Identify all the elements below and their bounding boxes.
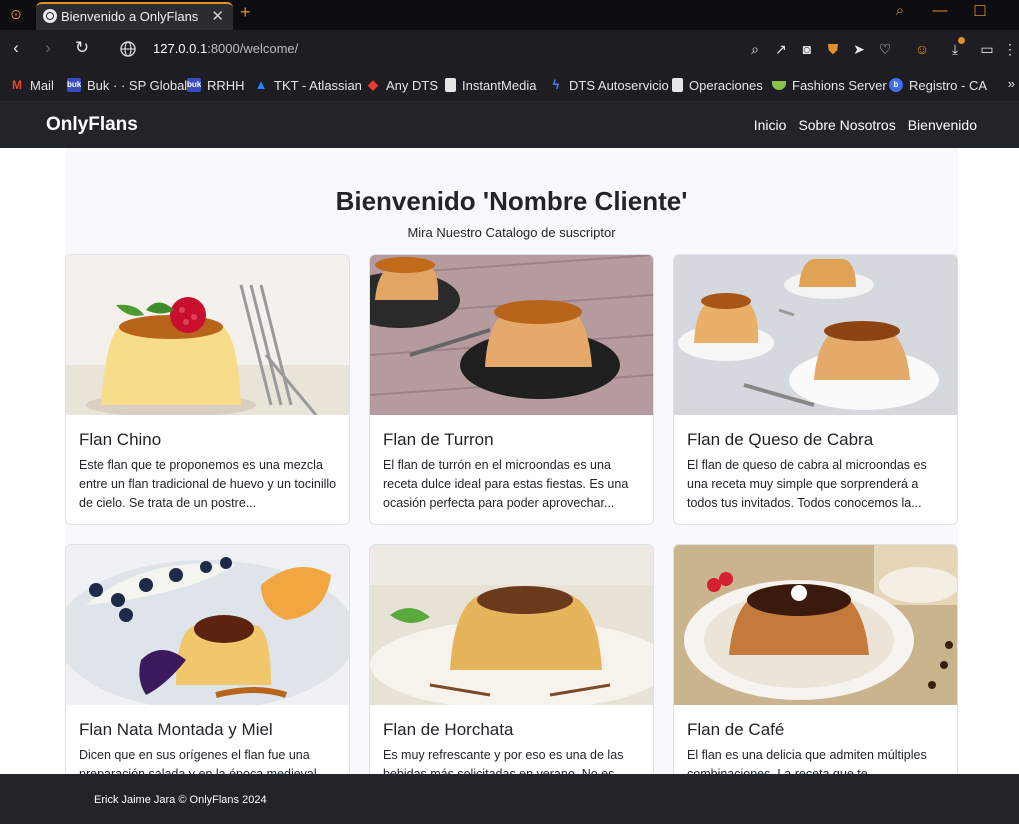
flan-cafe-image [674,545,957,705]
card-title: Flan de Café [687,720,785,739]
site-footer: Erick Jaime Jara © OnlyFlans 2024 [0,774,1019,824]
url-field[interactable]: 127.0.0.1:8000/welcome/ [153,41,298,56]
card-text: El flan es una delicia que admiten múlti… [687,748,927,774]
browser-tab[interactable]: Bienvenido a OnlyFlans ✕ [36,2,233,30]
menu-icon[interactable]: ⋮ [1000,39,1019,59]
address-bar: ‹ › ↻ 127.0.0.1:8000/welcome/ ⌕ ↗ ◙ ⛊ ➤ … [0,30,1019,68]
bookmark-buk-sp-global[interactable]: buk Buk · · SP Global [67,76,187,94]
site-info-icon[interactable] [119,40,137,58]
page-subtitle: Mira Nuestro Catalogo de suscriptor [407,225,616,240]
tab-close-icon[interactable]: ✕ [211,7,224,25]
bookmark-fashions-server[interactable]: Fashions Server [772,76,887,94]
flan-nata-miel-image [66,545,349,705]
footer-text: Erick Jaime Jara © OnlyFlans 2024 [94,794,267,806]
zoom-icon[interactable]: ⌕ [745,39,765,59]
card-text: Dicen que en sus orígenes el flan fue un… [79,748,317,774]
main-container: Bienvenido 'Nombre Cliente' Mira Nuestro… [65,148,958,774]
new-tab-button[interactable]: + [240,2,251,23]
bookmark-label: Mail [30,77,54,93]
bookmark-label: RRHH [207,77,245,93]
download-badge [958,37,965,44]
nav-link-sobre-nosotros[interactable]: Sobre Nosotros [798,117,895,133]
maximize-icon[interactable]: ☐ [969,2,991,20]
share-icon[interactable]: ↗ [771,39,791,59]
back-icon[interactable]: ‹ [6,38,26,58]
bookmark-label: InstantMedia [462,77,537,93]
bolt-icon: ϟ [552,77,560,92]
flan-queso-cabra-image [674,255,957,415]
url-host: 127.0.0.1 [153,41,208,56]
brand-logo[interactable]: OnlyFlans [46,114,138,136]
card-title: Flan de Queso de Cabra [687,430,874,449]
page-body: Bienvenido 'Nombre Cliente' Mira Nuestro… [0,148,1019,774]
card-title: Flan Nata Montada y Miel [79,720,273,739]
reload-icon[interactable]: ↻ [72,38,92,58]
product-card[interactable]: Flan Chino Este flan que te proponemos e… [65,254,350,525]
product-card[interactable]: Flan de Horchata Es muy refrescante y po… [369,544,654,774]
card-title: Flan de Turron [383,430,494,449]
document-icon [672,78,683,92]
bookmark-instantmedia[interactable]: InstantMedia [445,76,536,94]
bookmark-rrhh[interactable]: buk RRHH [187,76,245,94]
bookmark-operaciones[interactable]: Operaciones [672,76,763,94]
bookmark-label: DTS Autoservicio [569,77,669,93]
bookmark-registro-ca[interactable]: b Registro - CA [889,76,987,94]
atlassian-icon: ▲ [254,77,268,92]
card-text: El flan de queso de cabra al microondas … [687,458,927,510]
document-icon [445,78,456,92]
flan-chino-image [66,255,349,415]
product-card[interactable]: Flan Nata Montada y Miel Dicen que en su… [65,544,350,774]
bookmarks-bar: M Mail buk Buk · · SP Global buk RRHH ▲ … [0,68,1019,102]
bookmark-any-dts[interactable]: ◆ Any DTS [366,76,438,94]
search-tabs-icon[interactable]: ⌕ [889,2,911,19]
nav-link-inicio[interactable]: Inicio [754,117,787,133]
b-icon: b [889,78,903,92]
diamond-icon: ◆ [368,77,378,92]
page-title: Bienvenido 'Nombre Cliente' [335,186,688,216]
bookmark-dts-autoservicio[interactable]: ϟ DTS Autoservicio [549,76,669,94]
bookmark-label: TKT - Atlassian [274,77,362,93]
profile-icon[interactable]: ☺ [912,39,932,59]
buk-icon: buk [67,78,81,92]
gmail-icon: M [12,78,22,92]
product-card[interactable]: Flan de Queso de Cabra El flan de queso … [673,254,958,525]
send-icon[interactable]: ➤ [849,39,869,59]
product-card[interactable]: Flan de Café El flan es una delicia que … [673,544,958,774]
tab-title: Bienvenido a OnlyFlans [61,9,199,24]
forward-icon[interactable]: › [38,38,58,58]
flan-horchata-image [370,545,653,705]
battery-icon[interactable]: ▭ [977,39,997,59]
bookmark-label: Buk · · SP Global [87,77,188,93]
shield-icon[interactable]: ⛊ [823,39,843,59]
bookmark-mail[interactable]: M Mail [10,76,54,94]
card-text: El flan de turrón en el microondas es un… [383,458,629,510]
nav-link-bienvenido[interactable]: Bienvenido [908,117,977,133]
product-card[interactable]: Flan de Turron El flan de turrón en el m… [369,254,654,525]
bookmarks-more-icon[interactable]: » [1008,76,1015,91]
nav-links: Inicio Sobre Nosotros Bienvenido [754,117,977,133]
minimize-icon[interactable]: — [929,2,951,19]
bookmark-label: Operaciones [689,77,763,93]
card-text: Es muy refrescante y por eso es una de l… [383,748,625,774]
bookmark-label: Registro - CA [909,77,988,93]
card-title: Flan Chino [79,430,162,449]
globe-icon [43,9,57,23]
heart-icon[interactable]: ♡ [875,39,895,59]
card-text: Este flan que te proponemos es una mezcl… [79,458,337,510]
buk-icon: buk [187,78,201,92]
bookmark-tkt-atlassian[interactable]: ▲ TKT - Atlassian [254,76,362,94]
camera-icon[interactable]: ◙ [797,39,817,59]
bookmark-label: Any DTS [386,77,439,93]
gamepad-icon[interactable]: ⊙ [6,5,26,23]
bowl-icon [772,80,786,90]
url-path: :8000/welcome/ [207,41,299,56]
card-title: Flan de Horchata [383,720,514,739]
tab-strip: ⊙ Bienvenido a OnlyFlans ✕ + ⌕ — ☐ [0,0,1019,30]
site-navbar: OnlyFlans Inicio Sobre Nosotros Bienveni… [0,102,1019,148]
flan-turron-image [370,255,653,415]
bookmark-label: Fashions Server [792,77,887,93]
